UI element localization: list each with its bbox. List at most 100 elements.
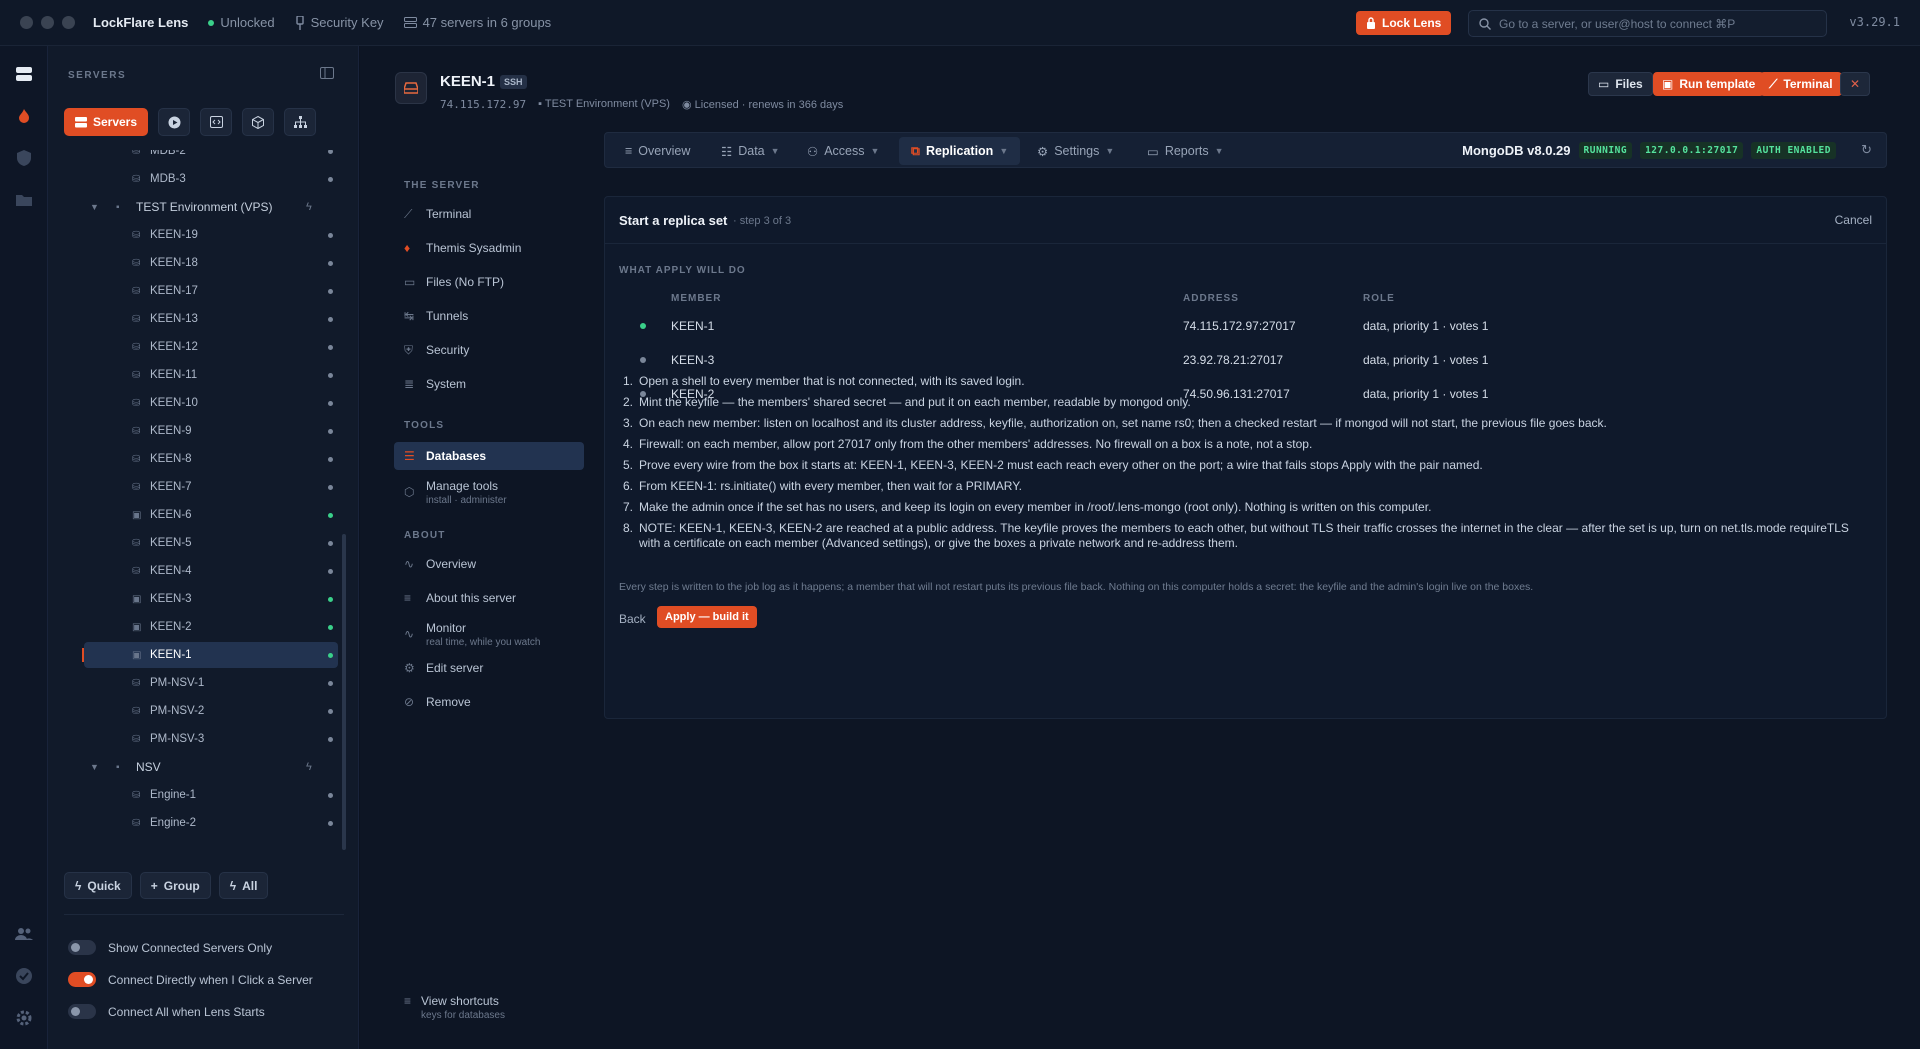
server-icon: ⛁	[132, 313, 141, 325]
refresh-icon[interactable]: ↻	[1861, 142, 1872, 158]
back-button[interactable]: Back	[619, 612, 646, 626]
apply-button[interactable]: Apply — build it	[657, 606, 757, 628]
nav-manage-tools[interactable]: ⬡ Manage tools install · administer	[394, 474, 584, 510]
server-row[interactable]: ⛁ PM-NSV-2	[48, 698, 338, 724]
shield-icon[interactable]	[12, 146, 36, 170]
nav-system[interactable]: ≣ System	[394, 370, 584, 398]
group-row[interactable]: ▼ ▪ TEST Environment (VPS) ϟ	[48, 194, 338, 220]
nav-security[interactable]: ⛨ Security	[394, 336, 584, 364]
nav-monitor[interactable]: ∿ Monitor real time, while you watch	[394, 616, 584, 652]
tab-replication[interactable]: ⧉ Replication ▼	[899, 137, 1021, 165]
toggle-switch[interactable]	[68, 940, 96, 955]
nav-overview[interactable]: ∿ Overview	[394, 550, 584, 578]
server-row[interactable]: ⛁ MDB-2	[48, 150, 338, 164]
tab-settings-label: Settings	[1054, 144, 1100, 158]
servers-rail-icon[interactable]	[12, 62, 36, 86]
server-row[interactable]: ⛁ MDB-3	[48, 166, 338, 192]
lock-lens-button[interactable]: Lock Lens	[1356, 11, 1452, 35]
nav-about-server[interactable]: ≡ About this server	[394, 584, 584, 612]
server-row[interactable]: ▣ KEEN-6	[48, 502, 338, 528]
global-search-input[interactable]: Go to a server, or user@host to connect …	[1468, 10, 1827, 37]
tab-access[interactable]: ⚇ Access ▼	[795, 137, 891, 165]
group-row[interactable]: ▼ ▪ NSV ϟ	[48, 754, 338, 780]
server-label: KEEN-18	[150, 257, 198, 269]
terminal-button[interactable]: ⟋ Terminal	[1760, 72, 1842, 96]
server-row[interactable]: ⛁ KEEN-10	[48, 390, 338, 416]
connect-all-button[interactable]: ϟ All	[218, 872, 269, 899]
nav-remove[interactable]: ⊘ Remove	[394, 688, 584, 716]
toggle-switch[interactable]	[68, 1004, 96, 1019]
server-row[interactable]: ⛁ KEEN-5	[48, 530, 338, 556]
server-row[interactable]: ⛁ KEEN-17	[48, 278, 338, 304]
nav-tunnels[interactable]: ↹ Tunnels	[394, 302, 584, 330]
nav-databases[interactable]: ☰ Databases	[394, 442, 584, 470]
server-row[interactable]: ▣ KEEN-1	[82, 642, 338, 668]
themis-flame-icon[interactable]	[12, 104, 36, 128]
nav-terminal[interactable]: ⟋ Terminal	[394, 200, 584, 228]
tree-scrollbar[interactable]	[342, 534, 346, 850]
status-dot	[328, 624, 333, 630]
server-row[interactable]: ⛁ KEEN-9	[48, 418, 338, 444]
add-group-button[interactable]: + Group	[139, 872, 211, 899]
bolt-icon[interactable]: ϟ	[306, 761, 312, 773]
topology-tab[interactable]	[284, 108, 316, 136]
server-row[interactable]: ⛁ KEEN-11	[48, 362, 338, 388]
tab-reports[interactable]: ▭ Reports ▼	[1135, 137, 1236, 165]
nav-item-label: Files (No FTP)	[426, 275, 504, 289]
cancel-button[interactable]: Cancel	[1835, 213, 1872, 227]
status-dot	[328, 260, 333, 266]
security-key-indicator[interactable]: Security Key	[295, 15, 384, 30]
nav-themis-sysadmin[interactable]: ♦ Themis Sysadmin	[394, 234, 584, 262]
server-row[interactable]: ⛁ KEEN-13	[48, 306, 338, 332]
toggle-switch[interactable]	[68, 972, 96, 987]
nav-edit-server[interactable]: ⚙ Edit server	[394, 654, 584, 682]
status-dot	[328, 428, 333, 434]
zoom-window-button[interactable]	[62, 16, 75, 29]
setting-toggle-row[interactable]: Connect All when Lens Starts	[68, 1004, 265, 1019]
bolt-icon[interactable]: ϟ	[306, 201, 312, 213]
server-row[interactable]: ⛁ PM-NSV-1	[48, 670, 338, 696]
server-row[interactable]: ⛁ KEEN-19	[48, 222, 338, 248]
server-row[interactable]: ⛁ PM-NSV-3	[48, 726, 338, 752]
server-row[interactable]: ▣ KEEN-2	[48, 614, 338, 640]
server-row[interactable]: ⛁ KEEN-8	[48, 446, 338, 472]
nav-files-no-ftp[interactable]: ▭ Files (No FTP)	[394, 268, 584, 296]
unlocked-dot-icon	[208, 19, 215, 26]
server-row[interactable]: ⛁ Engine-2	[48, 810, 338, 836]
gear-icon[interactable]	[12, 1006, 36, 1030]
view-shortcuts[interactable]: ≡ View shortcuts keys for databases	[404, 994, 505, 1021]
users-icon[interactable]	[12, 922, 36, 946]
nav-item-label: Security	[426, 343, 470, 357]
quick-connect-button[interactable]: ϟ Quick	[64, 872, 132, 899]
server-row[interactable]: ⛁ KEEN-12	[48, 334, 338, 360]
chevron-down-icon[interactable]: ▼	[90, 202, 99, 212]
verified-badge-icon[interactable]	[12, 964, 36, 988]
running-badge: RUNNING	[1578, 142, 1633, 159]
files-button[interactable]: ▭ Files	[1588, 72, 1653, 96]
nav-manage-tools-label: Manage tools	[426, 478, 499, 493]
status-dot	[328, 344, 333, 350]
servers-tab[interactable]: Servers	[64, 108, 148, 136]
server-row[interactable]: ▣ KEEN-3	[48, 586, 338, 612]
wizard-divider	[605, 243, 1886, 244]
tab-settings[interactable]: ⚙ Settings ▼	[1025, 137, 1126, 165]
chevron-down-icon[interactable]: ▼	[90, 762, 99, 772]
collapse-sidebar-icon[interactable]	[320, 67, 334, 82]
tab-overview[interactable]: ≡ Overview	[613, 137, 702, 165]
server-row[interactable]: ⛁ KEEN-4	[48, 558, 338, 584]
folder-icon[interactable]	[12, 188, 36, 212]
close-server-button[interactable]: ✕	[1840, 72, 1870, 96]
server-row[interactable]: ⛁ Engine-1	[48, 782, 338, 808]
server-label: Engine-2	[150, 817, 197, 829]
setting-toggle-row[interactable]: Connect Directly when I Click a Server	[68, 972, 313, 987]
tab-data[interactable]: ☷ Data ▼	[709, 137, 792, 165]
run-template-button[interactable]: ▣ Run template	[1653, 72, 1765, 96]
server-row[interactable]: ⛁ KEEN-18	[48, 250, 338, 276]
package-tab[interactable]	[242, 108, 274, 136]
setting-toggle-row[interactable]: Show Connected Servers Only	[68, 940, 272, 955]
close-window-button[interactable]	[20, 16, 33, 29]
code-tab[interactable]	[200, 108, 232, 136]
server-row[interactable]: ⛁ KEEN-7	[48, 474, 338, 500]
minimize-window-button[interactable]	[41, 16, 54, 29]
play-tab[interactable]	[158, 108, 190, 136]
